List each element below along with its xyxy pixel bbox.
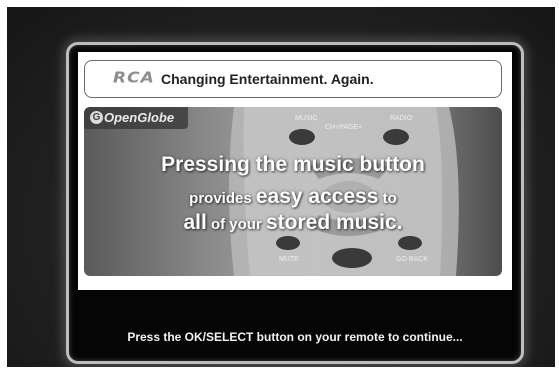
tv-screen: RCA Changing Entertainment. Again. MUSIC… [7,7,555,367]
radio-button-shape [383,129,409,145]
goback-label: GO BACK [396,256,428,263]
banner-tagline: Changing Entertainment. Again. [161,71,374,87]
chpage-label: CH+PAGE+ [325,124,362,131]
goback-button-shape [398,236,422,250]
mute-button-shape [276,236,300,250]
ok-button-shape [332,248,372,268]
openglobe-label: OpenGlobe [104,110,175,125]
message-line-2c: to [378,190,397,207]
message-line-2a: provides [189,190,256,207]
radio-label: RADIO [390,115,413,122]
message-line-1: Pressing the music button [161,153,425,176]
dialog-frame: RCA Changing Entertainment. Again. MUSIC… [66,42,524,364]
openglobe-badge: G OpenGlobe [84,107,188,129]
rca-logo: RCA [113,69,155,87]
music-label: MUSIC [295,115,318,122]
music-button-shape [289,129,315,145]
message-line-2b: easy access [255,185,379,208]
remote-photo: MUSIC RADIO CH+PAGE+ MUTE GO BACK G Open… [84,107,502,276]
message-line-3: all of your stored music. [84,211,502,235]
message-line-3a: all [183,211,207,234]
mute-label: MUTE [279,256,299,263]
message-line-3b: of your [206,216,266,233]
continue-instruction: Press the OK/SELECT button on your remot… [127,330,463,344]
openglobe-icon: G [90,111,103,124]
content-panel: RCA Changing Entertainment. Again. MUSIC… [78,52,512,290]
message-line-3c: stored music. [265,211,403,234]
header-banner: RCA Changing Entertainment. Again. [84,60,502,98]
message-line-2: provides easy access to [84,185,502,209]
